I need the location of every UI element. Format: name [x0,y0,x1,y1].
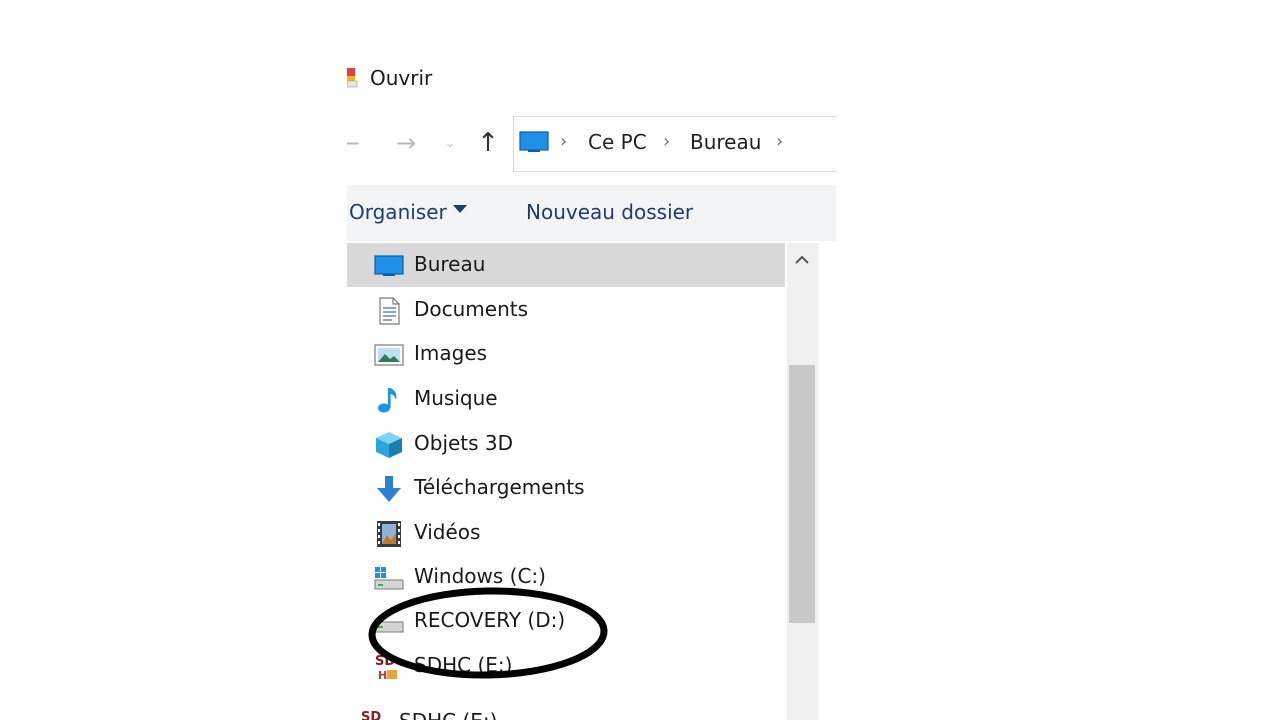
recent-locations-button[interactable]: ⌄ [435,128,465,158]
nav-item-label: Windows (C:) [414,564,546,588]
command-bar: Organiser Nouveau dossier [347,185,836,241]
svg-text:H: H [378,669,387,682]
breadcrumb-separator[interactable]: › [663,131,670,152]
sd-card-icon: SD [361,710,381,720]
videos-icon [377,521,401,547]
nav-item-label: Téléchargements [414,475,585,499]
nav-item-objets-3d[interactable]: Objets 3D [347,422,785,466]
organise-button[interactable]: Organiser [349,200,447,224]
pane-divider [817,243,819,720]
nav-item-label: Objets 3D [414,431,514,455]
windows-drive-icon [374,567,404,590]
nav-item-label: SDHC (E:) [399,709,497,720]
music-icon [378,388,397,413]
svg-text:SD: SD [375,654,395,669]
nav-item-bureau[interactable]: Bureau [347,243,785,287]
nav-item-label: RECOVERY (D:) [414,608,566,632]
nav-item-label: Vidéos [414,520,481,544]
nav-item-label: Documents [414,297,529,321]
nav-item-recovery-d[interactable]: RECOVERY (D:) [347,599,785,643]
up-arrow-icon: ↑ [477,128,499,158]
forward-button[interactable]: → [391,128,421,158]
chevron-up-icon [795,255,809,264]
breadcrumb-desktop[interactable]: Bureau [690,130,761,154]
up-button[interactable]: ↑ [473,128,503,158]
nav-item-sdhc-e[interactable]: SD H SDHC (E:) [347,644,785,688]
nav-item-videos[interactable]: Vidéos [347,511,785,555]
nav-item-sdhc-e-2[interactable]: SD SDHC (E:) [347,700,785,720]
nav-item-label: Musique [414,386,498,410]
nav-item-images[interactable]: Images [347,332,785,376]
nav-item-telechargements[interactable]: Téléchargements [347,466,785,510]
this-pc-icon [519,131,549,152]
nav-item-label: Bureau [414,252,486,276]
address-bar[interactable]: › Ce PC › Bureau › [513,116,836,172]
forward-arrow-icon: → [395,129,417,157]
vertical-scrollbar[interactable] [787,243,817,720]
3d-objects-icon [376,432,402,458]
title-bar: Ouvrir [347,62,836,96]
drive-icon [374,621,404,633]
nav-item-musique[interactable]: Musique [347,377,785,421]
window-title: Ouvrir [370,66,433,90]
app-icon [347,68,358,88]
nav-item-documents[interactable]: Documents [347,288,785,332]
svg-text:SD: SD [361,710,381,720]
scroll-thumb[interactable] [789,365,815,623]
scroll-up-button[interactable] [787,243,817,277]
nav-item-windows-c[interactable]: Windows (C:) [347,555,785,599]
navigation-pane: Bureau Documents Images Musique Objets 3… [347,243,787,720]
sd-card-icon: SD H [375,654,397,682]
chevron-down-icon: ⌄ [444,135,456,151]
pictures-icon [374,344,404,366]
nav-item-label: Images [414,341,488,365]
downloads-icon [377,476,401,502]
open-file-dialog: Ouvrir ← → ⌄ ↑ › Ce PC › Bureau › Organi… [347,0,836,720]
new-folder-button[interactable]: Nouveau dossier [526,200,693,224]
back-arrow-icon: ← [347,129,361,157]
back-button[interactable]: ← [347,128,365,158]
navigation-bar: ← → ⌄ ↑ › Ce PC › Bureau › [347,116,836,172]
breadcrumb-separator: › [560,131,568,152]
desktop-icon [374,255,404,276]
organise-dropdown-icon[interactable] [453,205,467,213]
documents-icon [379,297,400,325]
nav-item-label: SDHC (E:) [414,653,513,677]
breadcrumb-separator[interactable]: › [776,131,783,152]
breadcrumb-this-pc[interactable]: Ce PC [588,130,647,154]
